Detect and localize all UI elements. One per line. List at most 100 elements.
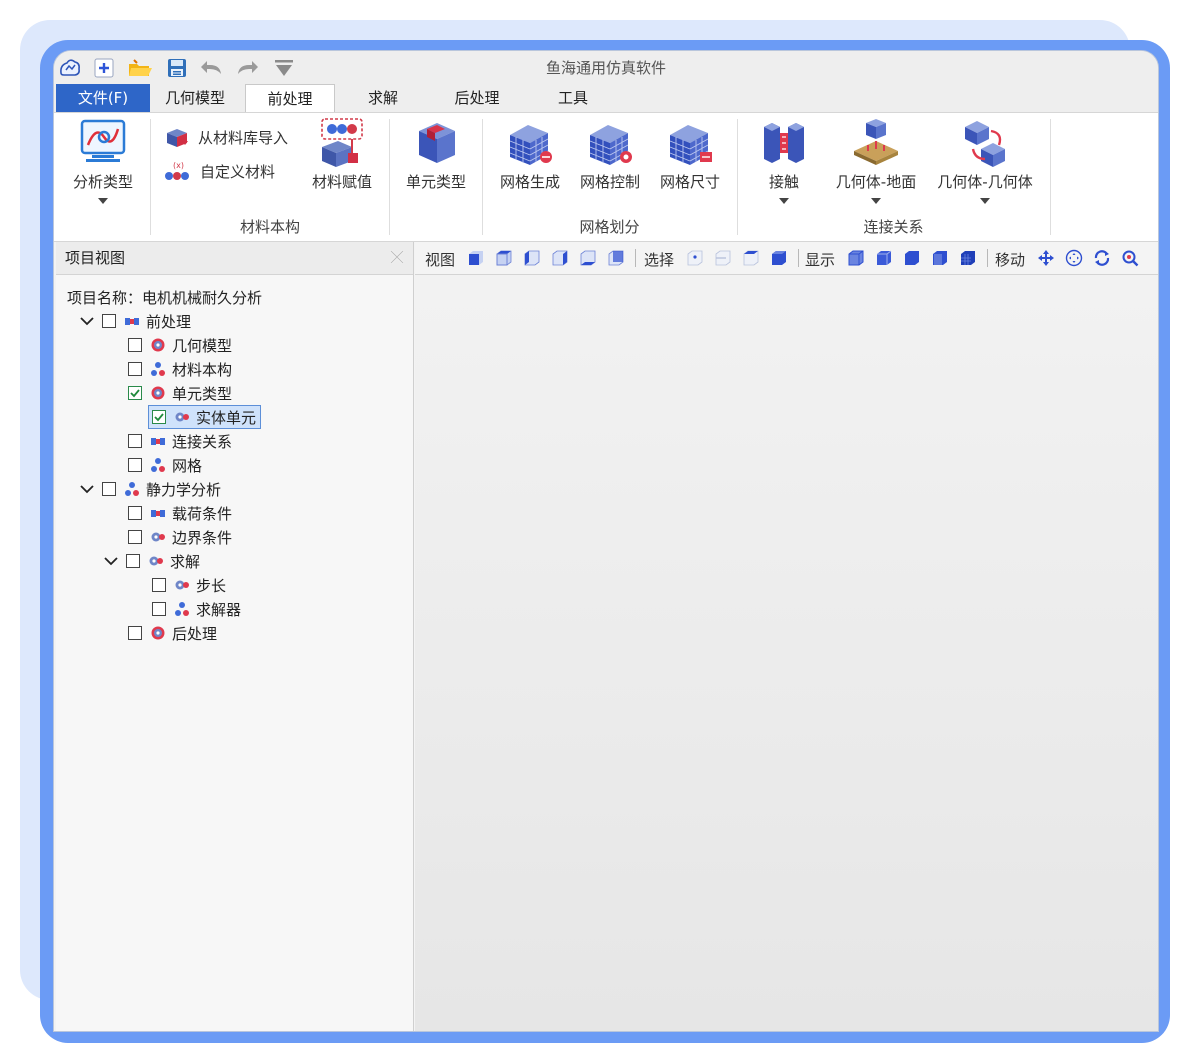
view-label: 视图 xyxy=(425,251,456,269)
mesh-control-button[interactable]: 网格控制 xyxy=(572,117,648,192)
panel-title: 项目视图 xyxy=(65,249,126,267)
tab-postprocess[interactable]: 后处理 xyxy=(432,84,522,112)
tree-item-label: 静力学分析 xyxy=(146,480,222,499)
element-type-button[interactable]: 单元类型 xyxy=(397,117,475,192)
tree-item-static-analysis[interactable]: 静力学分析 xyxy=(80,477,221,501)
contact-icon xyxy=(764,123,804,163)
tree-item-geometry[interactable]: 几何模型 xyxy=(128,333,232,357)
checkbox-checked[interactable] xyxy=(128,386,142,400)
tree-item-label: 步长 xyxy=(196,576,227,595)
contact-dropdown-icon[interactable] xyxy=(779,198,789,204)
tree-item-solver[interactable]: 求解器 xyxy=(152,597,241,621)
tab-geometry[interactable]: 几何模型 xyxy=(150,84,240,112)
cog-node-icon xyxy=(149,556,163,566)
tab-tools[interactable]: 工具 xyxy=(528,84,618,112)
checkbox[interactable] xyxy=(128,506,142,520)
contact-button[interactable]: 接触 xyxy=(746,117,822,204)
tree-item-label: 求解 xyxy=(170,552,201,571)
display-shaded-edges-icon[interactable] xyxy=(875,249,893,267)
body-ground-button[interactable]: 几何体-地面 xyxy=(826,117,926,204)
analysis-type-button[interactable]: 分析类型 xyxy=(64,117,142,204)
select-node-icon[interactable] xyxy=(686,249,704,267)
checkbox[interactable] xyxy=(152,602,166,616)
body-ground-dropdown-icon[interactable] xyxy=(871,198,881,204)
checkbox[interactable] xyxy=(128,338,142,352)
orbit-icon[interactable] xyxy=(1065,249,1083,267)
tree-item-load[interactable]: 载荷条件 xyxy=(128,501,232,525)
select-edge-icon[interactable] xyxy=(714,249,732,267)
tree-item-label: 后处理 xyxy=(172,624,218,643)
select-face-icon[interactable] xyxy=(742,249,760,267)
tree-item-label: 几何模型 xyxy=(172,336,233,355)
assign-material-button[interactable]: 材料赋值 xyxy=(304,117,380,192)
checkbox[interactable] xyxy=(128,362,142,376)
window-title: 鱼海通用仿真软件 xyxy=(545,59,666,77)
mesh-generate-button[interactable]: 网格生成 xyxy=(492,117,568,192)
chevron-down-icon[interactable] xyxy=(80,314,94,328)
mesh-size-label: 网格尺寸 xyxy=(659,173,720,191)
mesh-size-icon xyxy=(669,125,712,165)
tree-item-postprocess[interactable]: 后处理 xyxy=(128,621,217,645)
ribbon-panel: 分析类型 从材料库导入 (x) 自定义材料 材料赋值 材料本构 单元类型 网格生… xyxy=(54,112,1158,242)
zoom-icon[interactable] xyxy=(1121,249,1139,267)
checkbox-checked[interactable] xyxy=(152,410,166,424)
checkbox[interactable] xyxy=(102,314,116,328)
mesh-size-button[interactable]: 网格尺寸 xyxy=(652,117,728,192)
tree-item-label: 前处理 xyxy=(146,312,192,331)
display-mesh-shaded-icon[interactable] xyxy=(959,249,977,267)
ribbon-divider xyxy=(389,119,390,235)
tab-file[interactable]: 文件(F) xyxy=(56,84,150,112)
view-right-icon[interactable] xyxy=(551,249,569,267)
chevron-down-icon[interactable] xyxy=(104,554,118,568)
tree-item-label: 载荷条件 xyxy=(172,504,233,523)
body-body-label: 几何体-几何体 xyxy=(937,173,1033,191)
3d-viewport[interactable] xyxy=(415,275,1158,1031)
view-front-icon[interactable] xyxy=(467,249,485,267)
checkbox[interactable] xyxy=(128,434,142,448)
group-mesh-label: 网格划分 xyxy=(579,218,640,236)
title-bar: 鱼海通用仿真软件 xyxy=(54,51,1158,85)
custom-material-button[interactable]: (x) 自定义材料 xyxy=(164,159,275,183)
display-shaded-icon[interactable] xyxy=(903,249,921,267)
rotate-icon[interactable] xyxy=(1093,249,1111,267)
contact-node-icon xyxy=(151,510,165,517)
select-body-icon[interactable] xyxy=(770,249,788,267)
cog-node-icon xyxy=(151,532,165,542)
tab-preprocess[interactable]: 前处理 xyxy=(245,84,335,113)
pan-icon[interactable] xyxy=(1037,249,1055,267)
view-left-icon[interactable] xyxy=(523,249,541,267)
checkbox[interactable] xyxy=(128,458,142,472)
tree-item-element-type[interactable]: 单元类型 xyxy=(128,381,232,405)
chevron-down-icon[interactable] xyxy=(80,482,94,496)
tree-item-solve[interactable]: 求解 xyxy=(104,549,200,573)
tree-item-solid-element[interactable]: 实体单元 xyxy=(148,405,262,429)
close-icon[interactable] xyxy=(389,249,405,265)
view-back-icon[interactable] xyxy=(607,249,625,267)
tree-item-mesh[interactable]: 网格 xyxy=(128,453,202,477)
display-wireframe-icon[interactable] xyxy=(847,249,865,267)
import-from-library-button[interactable]: 从材料库导入 xyxy=(164,125,288,149)
body-body-dropdown-icon[interactable] xyxy=(980,198,990,204)
checkbox[interactable] xyxy=(126,554,140,568)
tree-item-step[interactable]: 步长 xyxy=(152,573,226,597)
view-bottom-icon[interactable] xyxy=(579,249,597,267)
tab-solve[interactable]: 求解 xyxy=(340,84,426,112)
tree-item-material[interactable]: 材料本构 xyxy=(128,357,232,381)
tree-item-connection[interactable]: 连接关系 xyxy=(128,429,232,453)
checkbox[interactable] xyxy=(102,482,116,496)
ribbon-tabs: 文件(F) 几何模型 前处理 求解 后处理 工具 xyxy=(54,84,1158,113)
mesh-generate-label: 网格生成 xyxy=(499,173,560,191)
checkbox[interactable] xyxy=(152,578,166,592)
tree-item-preprocess[interactable]: 前处理 xyxy=(80,309,191,333)
tree-item-boundary[interactable]: 边界条件 xyxy=(128,525,232,549)
molecule-node-icon xyxy=(125,482,139,496)
view-toolbar: 视图 选择 显示 移动 xyxy=(415,242,1158,275)
panel-header: 项目视图 xyxy=(56,242,413,275)
analysis-type-dropdown-icon[interactable] xyxy=(98,198,108,204)
checkbox[interactable] xyxy=(128,530,142,544)
display-mesh-icon[interactable] xyxy=(931,249,949,267)
checkbox[interactable] xyxy=(128,626,142,640)
view-top-icon[interactable] xyxy=(495,249,513,267)
toolbar-divider xyxy=(635,249,636,267)
body-body-button[interactable]: 几何体-几何体 xyxy=(930,117,1040,204)
